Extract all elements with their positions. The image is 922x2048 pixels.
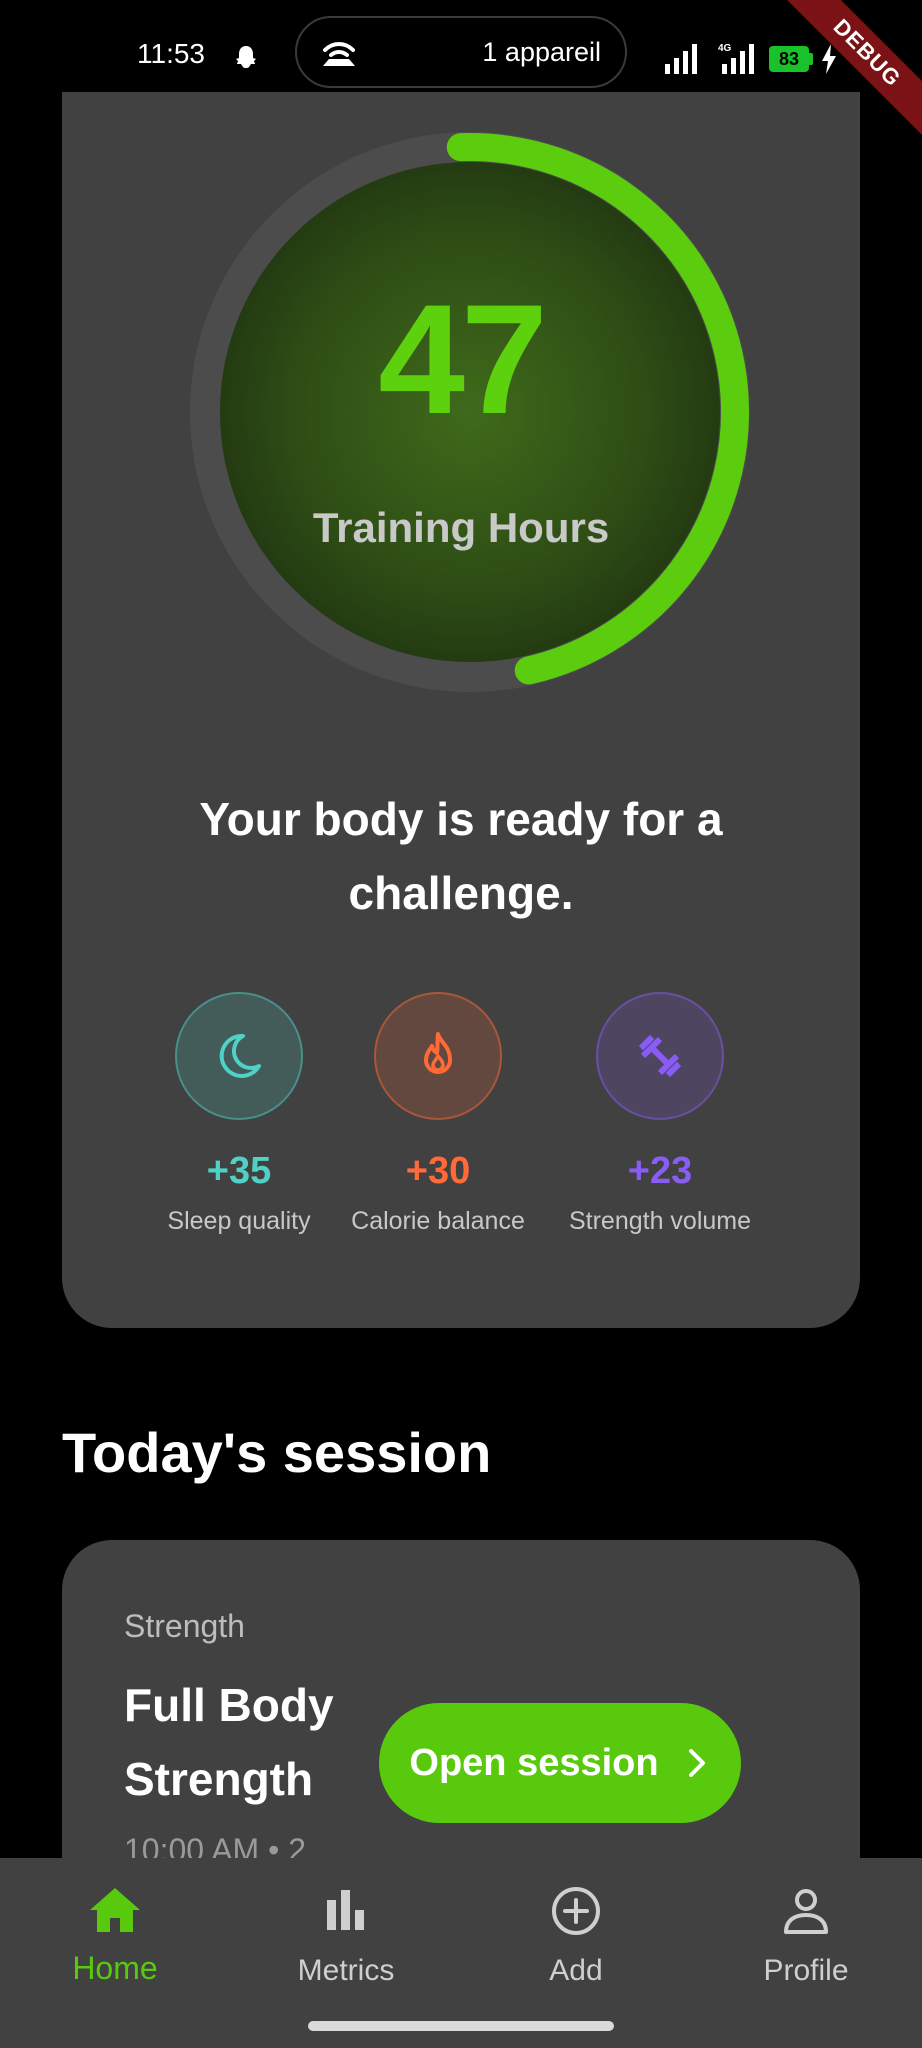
nav-metrics[interactable]: Metrics [246,1882,446,1988]
dumbbell-icon [639,1035,681,1077]
snapchat-icon [236,46,256,68]
session-category: Strength [124,1608,245,1644]
metric-sleep[interactable]: +35 Sleep quality [134,992,344,1236]
section-title-today: Today's session [62,1421,492,1484]
signal-4g-icon: 4G [718,43,754,74]
nav-profile[interactable]: Profile [706,1882,906,1988]
home-icon [90,1888,140,1932]
open-session-label: Open session [409,1741,659,1784]
metric-calorie-label: Calorie balance [351,1207,525,1235]
readiness-message: Your body is ready for a challenge. [199,793,723,919]
svg-text:4G: 4G [718,43,732,54]
nav-add-label: Add [549,1954,603,1987]
metric-strength-badge [596,992,724,1120]
metric-strength-label: Strength volume [568,1207,752,1235]
status-time: 11:53 [137,38,205,69]
session-name: Full Body Strength [124,1679,334,1805]
readiness-score: 47 [378,273,548,447]
battery-icon: 83 [769,46,809,72]
metric-sleep-label: Sleep quality [167,1207,311,1235]
home-indicator[interactable] [308,2021,614,2031]
metric-calorie[interactable]: +30 Calorie balance [333,992,543,1236]
flame-icon [424,1032,452,1074]
metric-strength[interactable]: +23 Strength volume [555,992,765,1236]
hotspot-icon [323,42,355,66]
hotspot-text: 1 appareil [482,37,601,67]
hotspot-pill[interactable]: 1 appareil [295,16,627,88]
nav-home[interactable]: Home [15,1882,215,1987]
metric-calorie-badge [374,992,502,1120]
nav-metrics-label: Metrics [297,1954,395,1987]
readiness-card: 47 Training Hours Your body is ready for… [62,92,860,1328]
chevron-right-icon [688,1749,705,1777]
plus-circle-icon [552,1887,600,1935]
readiness-score-label: Training Hours [312,504,610,551]
metric-calorie-value: +30 [405,1150,471,1192]
bar-chart-icon [327,1890,364,1930]
metric-strength-value: +23 [627,1150,693,1192]
status-bar: 11:53 1 appareil 4G 83 DEBUG [0,0,922,148]
app-screen: 11:53 1 appareil 4G 83 DEBUG 47 Training… [0,0,922,2048]
battery-tip [809,53,813,65]
moon-icon [219,1033,261,1078]
open-session-button[interactable]: Open session [379,1703,741,1823]
metric-sleep-value: +35 [206,1150,272,1192]
nav-profile-label: Profile [763,1954,849,1987]
bottom-nav: Home Metrics Add Profile [0,1858,922,2048]
signal-icon [665,44,697,74]
nav-home-label: Home [72,1950,158,1986]
metric-sleep-badge [175,992,303,1120]
nav-add[interactable]: Add [476,1882,676,1988]
person-icon [784,1889,828,1934]
